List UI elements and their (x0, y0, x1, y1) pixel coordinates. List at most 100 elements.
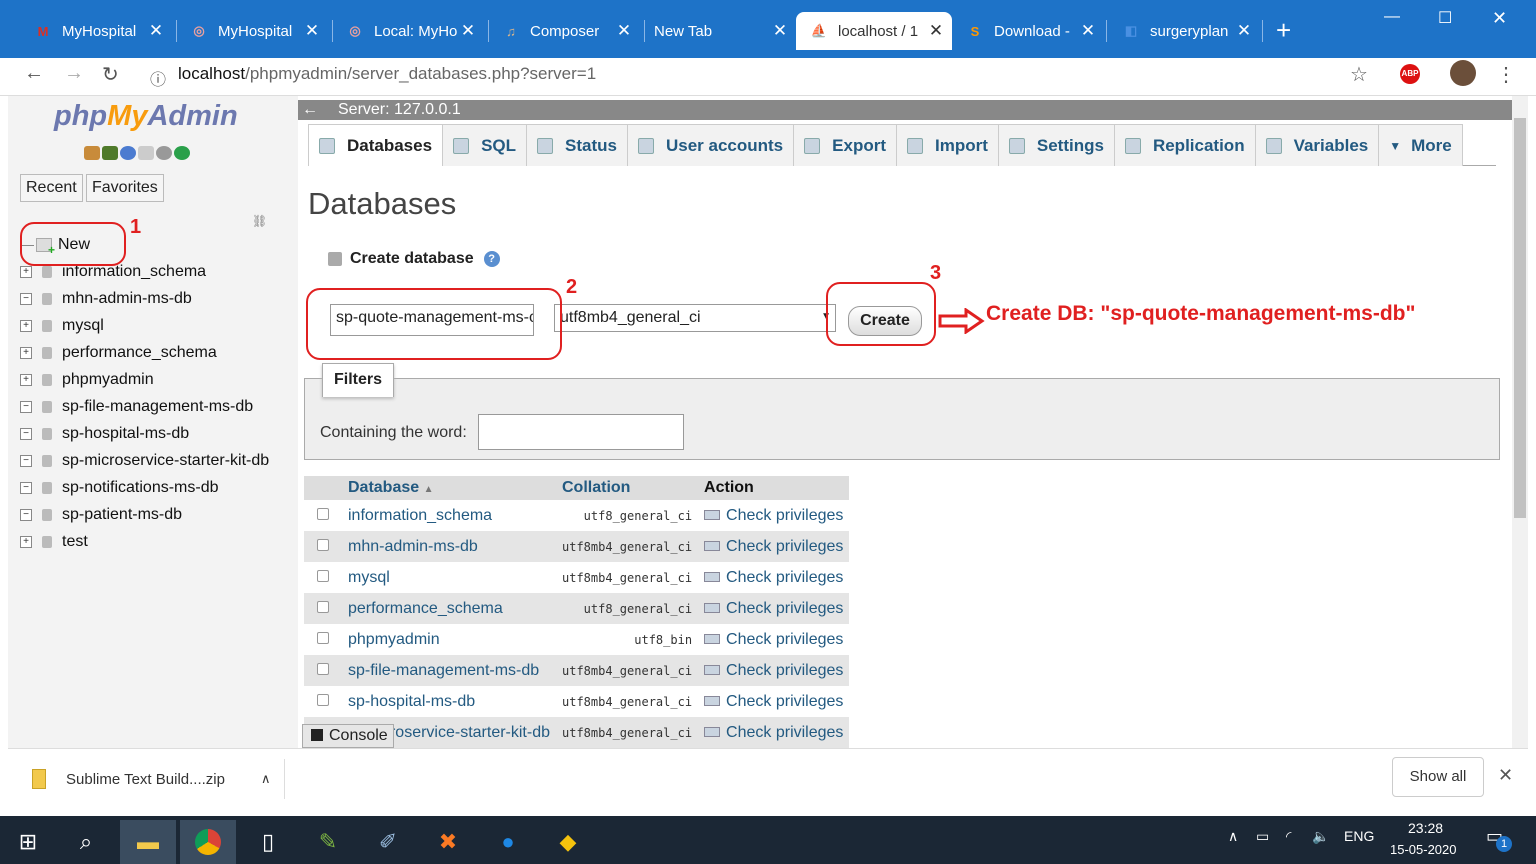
expand-icon[interactable]: + (20, 347, 32, 359)
tree-item[interactable]: + phpmyadmin (20, 369, 154, 391)
close-icon[interactable]: ✕ (770, 21, 790, 41)
forward-arrow-icon[interactable]: → (64, 62, 84, 85)
help-icon[interactable] (120, 146, 136, 160)
close-icon[interactable]: ✕ (146, 21, 166, 41)
tab-local-myho[interactable]: ◎ Local: MyHo ✕ (332, 12, 484, 50)
tab-more[interactable]: ▼ More (1378, 124, 1463, 166)
show-all-button[interactable]: Show all (1392, 757, 1484, 797)
tree-item[interactable]: + performance_schema (20, 342, 217, 364)
recent-button[interactable]: Recent (20, 174, 83, 202)
search-icon[interactable]: ⌕ (58, 820, 114, 864)
git-icon[interactable]: ◆ (540, 820, 596, 864)
tab-import[interactable]: Import (896, 124, 999, 166)
tab-download[interactable]: S Download - ✕ (952, 12, 1104, 50)
tree-item[interactable]: + test (20, 531, 88, 553)
home-icon[interactable] (84, 146, 100, 160)
close-icon[interactable]: ✕ (302, 21, 322, 41)
chevron-up-icon[interactable]: ∧ (261, 771, 271, 787)
docs-icon[interactable] (138, 146, 154, 160)
wifi-icon[interactable]: ◜ (1286, 828, 1291, 845)
paint-icon[interactable]: ✐ (360, 820, 416, 864)
tab-sql[interactable]: SQL (442, 124, 528, 166)
close-icon[interactable]: ✕ (1078, 21, 1098, 41)
tray-chevron-icon[interactable]: ∧ (1228, 828, 1238, 845)
row-checkbox[interactable] (317, 662, 329, 675)
tree-item[interactable]: − sp-microservice-starter-kit-db (20, 450, 269, 472)
tree-item[interactable]: − sp-notifications-ms-db (20, 477, 219, 499)
close-icon[interactable]: ✕ (1234, 21, 1254, 41)
close-icon[interactable]: ✕ (926, 21, 946, 41)
expand-icon[interactable]: − (20, 428, 32, 440)
battery-icon[interactable]: ▭ (1256, 828, 1269, 845)
tab-composer[interactable]: ♫ Composer ✕ (488, 12, 640, 50)
tab-localhost-pma[interactable]: ⛵ localhost / 1 ✕ (796, 12, 952, 50)
menu-kebab-icon[interactable]: ⋮ (1496, 62, 1516, 87)
tab-settings[interactable]: Settings (997, 124, 1115, 166)
tab-new-tab[interactable]: New Tab ✕ (640, 12, 796, 50)
tab-variables[interactable]: Variables (1254, 124, 1380, 166)
minimize-icon[interactable]: — (1384, 8, 1400, 26)
new-tab-plus-icon[interactable]: + (1276, 17, 1291, 43)
console-toggle[interactable]: Console (302, 724, 394, 748)
expand-icon[interactable]: − (20, 482, 32, 494)
logout-icon[interactable] (102, 146, 118, 160)
tab-status[interactable]: Status (526, 124, 628, 166)
favorites-button[interactable]: Favorites (86, 174, 164, 202)
row-checkbox[interactable] (317, 631, 329, 644)
language-indicator[interactable]: ENG (1344, 828, 1374, 844)
expand-icon[interactable]: + (20, 374, 32, 386)
adblock-icon[interactable]: ABP (1400, 64, 1420, 84)
expand-icon[interactable]: − (20, 401, 32, 413)
col-header-database[interactable]: Database ▲ (342, 476, 556, 500)
main-scrollbar[interactable] (1512, 96, 1528, 748)
clock-time[interactable]: 23:28 (1408, 820, 1443, 836)
row-checkbox[interactable] (317, 693, 329, 706)
tree-item[interactable]: + mysql (20, 315, 104, 337)
filter-input[interactable] (478, 414, 684, 450)
notepad-plus-icon[interactable]: ✎ (300, 820, 356, 864)
expand-icon[interactable]: − (20, 455, 32, 467)
filters-tab[interactable]: Filters (322, 363, 394, 397)
file-explorer-icon[interactable]: ▬ (120, 820, 176, 864)
volume-icon[interactable]: 🔈 (1312, 828, 1329, 845)
windows-start-icon[interactable]: ⊞ (0, 820, 56, 864)
tree-item[interactable]: − mhn-admin-ms-db (20, 288, 192, 310)
expand-icon[interactable]: + (20, 536, 32, 548)
row-checkbox[interactable] (317, 538, 329, 551)
settings-icon[interactable] (156, 146, 172, 160)
phpmyadmin-logo[interactable]: phpMyAdmin (54, 100, 238, 133)
avatar[interactable] (1450, 60, 1476, 86)
close-downloads-icon[interactable]: ✕ (1498, 765, 1513, 786)
window-close-icon[interactable]: ✕ (1492, 8, 1507, 29)
info-icon[interactable]: ⓘ (150, 66, 166, 90)
tab-user-accounts[interactable]: User accounts (626, 124, 795, 166)
link-chain-icon[interactable]: ⛓ (252, 214, 267, 228)
tree-item[interactable]: − sp-hospital-ms-db (20, 423, 189, 445)
url-field[interactable]: localhost/phpmyadmin/server_databases.ph… (178, 64, 596, 84)
collation-select[interactable]: utf8mb4_general_ci ▼ (554, 304, 836, 332)
tab-myhospital-2[interactable]: ◎ MyHospital ✕ (176, 12, 328, 50)
clock-date[interactable]: 15-05-2020 (1390, 842, 1457, 857)
expand-icon[interactable]: − (20, 509, 32, 521)
close-icon[interactable]: ✕ (614, 21, 634, 41)
notification-icon[interactable]: ▭ 1 (1486, 826, 1512, 852)
col-header-collation[interactable]: Collation (556, 476, 699, 500)
maximize-icon[interactable]: ☐ (1438, 8, 1452, 28)
tab-export[interactable]: Export (793, 124, 897, 166)
refresh-icon[interactable] (174, 146, 190, 160)
expand-icon[interactable]: − (20, 293, 32, 305)
reload-icon[interactable]: ↻ (102, 62, 119, 87)
document-icon[interactable]: ▯ (240, 820, 296, 864)
tab-databases[interactable]: Databases (308, 124, 444, 166)
tab-myhospital-1[interactable]: M MyHospital ✕ (20, 12, 172, 50)
tab-replication[interactable]: Replication (1113, 124, 1256, 166)
tree-item[interactable]: − sp-file-management-ms-db (20, 396, 253, 418)
tree-item[interactable]: − sp-patient-ms-db (20, 504, 182, 526)
collapse-arrow-icon[interactable]: ← (302, 100, 318, 120)
close-icon[interactable]: ✕ (458, 21, 478, 41)
chrome-icon[interactable] (180, 820, 236, 864)
maps-pin-icon[interactable]: ● (480, 820, 536, 864)
row-checkbox[interactable] (317, 600, 329, 613)
bookmark-star-icon[interactable]: ☆ (1350, 62, 1368, 87)
scrollbar-thumb[interactable] (1514, 118, 1526, 518)
